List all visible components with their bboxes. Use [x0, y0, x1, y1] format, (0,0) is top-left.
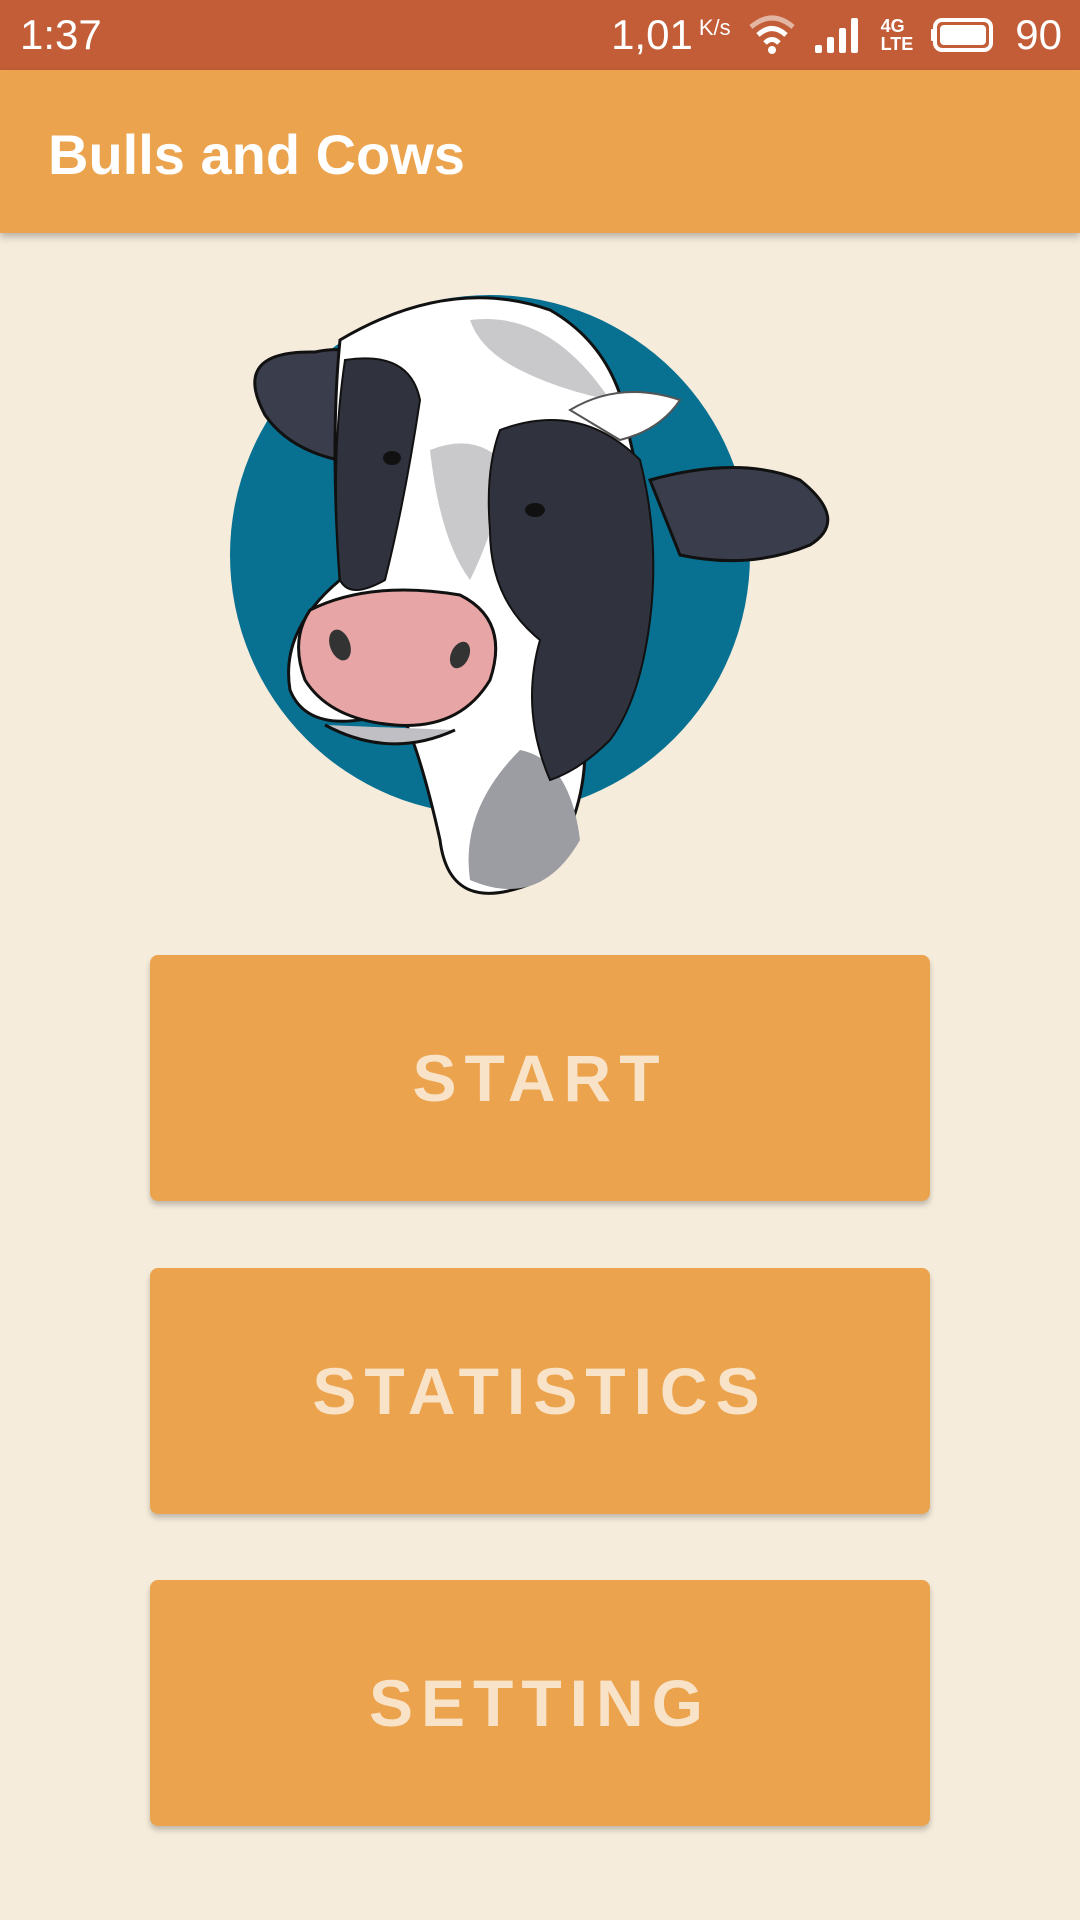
app-bar: Bulls and Cows: [0, 70, 1080, 233]
status-icons: 1,01 K/s 4G LTE 90: [611, 8, 1062, 62]
network-speed-value: 1,01: [611, 11, 693, 58]
status-bar: 1:37 1,01 K/s 4G LTE 90: [0, 0, 1080, 70]
network-type: 4G LTE: [881, 17, 914, 53]
network-type-lte: LTE: [880, 34, 914, 54]
wifi-icon: [748, 15, 795, 54]
statistics-button[interactable]: STATISTICS: [150, 1268, 930, 1514]
network-speed-unit: K/s: [698, 15, 731, 40]
battery-icon: [931, 18, 994, 52]
battery-level: 90: [1015, 11, 1062, 58]
network-type-4g: 4G: [880, 16, 905, 36]
setting-button[interactable]: SETTING: [150, 1580, 930, 1826]
cow-head-illustration-icon: [230, 295, 830, 895]
network-speed: 1,01 K/s: [611, 11, 731, 59]
signal-icon: [814, 18, 858, 53]
start-button[interactable]: START: [150, 955, 930, 1201]
status-time: 1:37: [20, 11, 102, 58]
app-title: Bulls and Cows: [48, 123, 465, 186]
